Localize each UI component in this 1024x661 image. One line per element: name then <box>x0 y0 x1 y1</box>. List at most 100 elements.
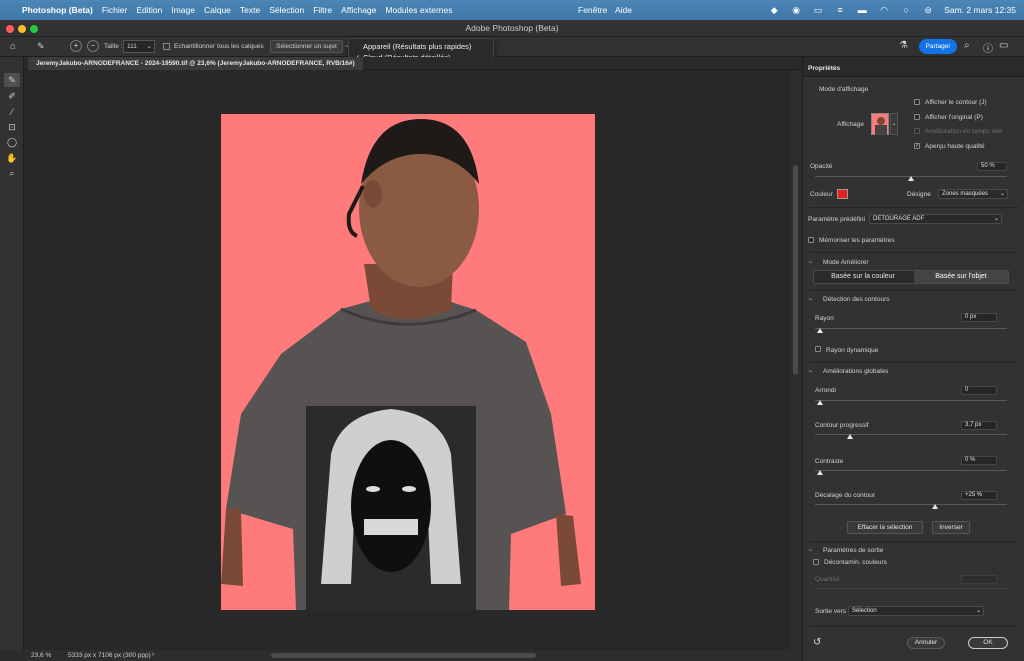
add-to-selection-icon[interactable]: + <box>70 40 82 52</box>
view-mode-dropdown-icon[interactable]: ⌄ <box>890 113 898 135</box>
brush-icon[interactable]: ⁄ <box>4 105 20 119</box>
menu-selection[interactable]: Sélection <box>269 5 304 15</box>
zoom-level[interactable]: 23,6 % <box>31 652 51 659</box>
menu-modules-externes[interactable]: Modules externes <box>385 5 452 15</box>
menu-fichier[interactable]: Fichier <box>102 5 128 15</box>
workspace-icon[interactable]: ▭ <box>999 40 1008 51</box>
menu-image[interactable]: Image <box>171 5 195 15</box>
feather-field[interactable]: 3,7 px <box>961 421 997 430</box>
realtime-checkbox[interactable] <box>914 128 920 134</box>
share-button[interactable]: Partager <box>919 39 957 54</box>
decontaminate-checkbox[interactable] <box>813 559 819 565</box>
minimize-window-icon[interactable] <box>18 25 26 33</box>
wifi-icon[interactable]: ◠ <box>878 5 890 16</box>
clear-selection-button[interactable]: Effacer la sélection <box>847 521 923 534</box>
opacity-field[interactable]: 50 % <box>977 162 1007 171</box>
flask-icon[interactable]: ⚗ <box>899 40 908 51</box>
smooth-field[interactable]: 0 <box>961 386 997 395</box>
zoom-icon[interactable]: ⌕ <box>4 166 20 180</box>
app-menu[interactable]: Photoshop (Beta) <box>22 5 93 15</box>
menu-fenetre[interactable]: Fenêtre <box>578 5 607 15</box>
edge-detection-title[interactable]: Détection des contours <box>823 296 889 303</box>
subtract-from-selection-icon[interactable]: − <box>87 40 99 52</box>
contrast-label: Contraste <box>815 458 844 465</box>
dropbox-icon[interactable]: ◆ <box>768 5 780 16</box>
indicates-select[interactable]: Zones masquées ⌄ <box>938 189 1008 199</box>
radius-slider-thumb[interactable] <box>817 328 823 333</box>
refine-object-button[interactable]: Basée sur l'objet <box>914 271 1008 283</box>
global-refinements-title[interactable]: Améliorations globales <box>823 368 888 375</box>
preset-select[interactable]: DETOURAGE ADF ⌄ <box>869 214 1002 224</box>
color-swatch[interactable] <box>837 189 848 199</box>
menu-aide[interactable]: Aide <box>615 5 632 15</box>
search-icon[interactable]: ○ <box>900 5 912 15</box>
contrast-slider-thumb[interactable] <box>817 470 823 475</box>
chevron-down-icon[interactable]: ⌄ <box>808 546 813 553</box>
smooth-slider[interactable] <box>815 400 1007 401</box>
refine-color-button[interactable]: Basée sur la couleur <box>814 271 912 283</box>
document-tab[interactable]: JeremyJakubo-ARNODEFRANCE - 2024-19590.t… <box>28 57 363 70</box>
refine-mode-title[interactable]: Mode Améliorer <box>823 259 869 266</box>
feather-slider[interactable] <box>815 434 1007 435</box>
cancel-button[interactable]: Annuler <box>907 637 945 649</box>
vertical-scrollbar[interactable] <box>790 70 802 650</box>
close-window-icon[interactable] <box>6 25 14 33</box>
shift-edge-slider-thumb[interactable] <box>932 504 938 509</box>
quick-selection-tool-icon[interactable]: ✎ <box>4 73 20 87</box>
home-icon[interactable]: ⌂ <box>10 41 16 52</box>
chevron-right-icon[interactable]: › <box>152 651 154 658</box>
menu-calque[interactable]: Calque <box>204 5 231 15</box>
high-quality-checkbox[interactable]: ✓ <box>914 143 920 149</box>
refine-edge-brush-icon[interactable]: ✐ <box>4 89 20 103</box>
hand-icon[interactable]: ✋ <box>4 151 20 165</box>
menu-filtre[interactable]: Filtre <box>313 5 332 15</box>
battery-icon[interactable]: ▬ <box>856 5 868 15</box>
panel-title[interactable]: Propriétés <box>808 65 840 72</box>
show-edge-checkbox[interactable] <box>914 99 920 105</box>
show-original-checkbox[interactable] <box>914 114 920 120</box>
select-subject-button[interactable]: Sélectionner un sujet <box>270 40 343 53</box>
output-to-select[interactable]: Sélection ⌄ <box>848 606 984 616</box>
feather-slider-thumb[interactable] <box>846 434 853 439</box>
opacity-slider-thumb[interactable] <box>908 176 914 181</box>
reset-icon[interactable]: ↺ <box>813 637 821 648</box>
contrast-field[interactable]: 0 % <box>961 456 997 465</box>
search-icon[interactable]: ⌕ <box>964 40 970 51</box>
shift-edge-field[interactable]: +25 % <box>961 491 997 500</box>
eye-icon[interactable]: ◉ <box>790 5 802 16</box>
control-center-icon[interactable]: ⊜ <box>922 5 934 16</box>
menu-edition[interactable]: Edition <box>136 5 162 15</box>
invert-button[interactable]: Inverser <box>932 521 970 534</box>
horizontal-scroll-thumb[interactable] <box>271 653 536 658</box>
radius-field[interactable]: 0 px <box>961 313 997 322</box>
display-icon[interactable]: ▭ <box>812 5 824 16</box>
contrast-slider[interactable] <box>815 470 1007 471</box>
clock[interactable]: Sam. 2 mars 12:35 <box>944 5 1016 15</box>
smart-radius-checkbox[interactable] <box>815 346 821 352</box>
smooth-slider-thumb[interactable] <box>817 400 823 405</box>
size-input[interactable]: 111 ⌄ <box>123 40 155 53</box>
view-mode-thumbnail[interactable] <box>871 113 889 135</box>
menu-affichage[interactable]: Affichage <box>341 5 376 15</box>
chevron-down-icon[interactable]: ⌄ <box>808 295 813 302</box>
lasso-icon[interactable]: ◯ <box>4 135 20 149</box>
help-icon[interactable]: ⓘ <box>983 40 993 55</box>
ok-button[interactable]: OK <box>968 637 1008 649</box>
amount-field[interactable] <box>961 575 997 584</box>
amount-slider[interactable] <box>815 588 1007 589</box>
vertical-scroll-thumb[interactable] <box>793 165 798 375</box>
object-selection-icon[interactable]: ⊡ <box>4 120 20 134</box>
chevron-down-icon[interactable]: ⌄ <box>808 258 813 265</box>
document-image[interactable] <box>221 114 595 610</box>
menu-item-device[interactable]: Appareil (Résultats plus rapides) <box>363 42 471 51</box>
brush-tool-icon[interactable]: ✎ <box>37 41 45 52</box>
chevron-down-icon[interactable]: ⌄ <box>808 367 813 374</box>
menu-texte[interactable]: Texte <box>240 5 260 15</box>
remember-checkbox[interactable] <box>808 237 814 243</box>
output-settings-title[interactable]: Paramètres de sortie <box>823 547 883 554</box>
shift-edge-slider[interactable] <box>815 504 1007 505</box>
controls-icon[interactable]: ≡ <box>834 5 846 15</box>
zoom-window-icon[interactable] <box>30 25 38 33</box>
sample-all-checkbox[interactable] <box>163 43 170 50</box>
radius-slider[interactable] <box>815 328 1007 329</box>
